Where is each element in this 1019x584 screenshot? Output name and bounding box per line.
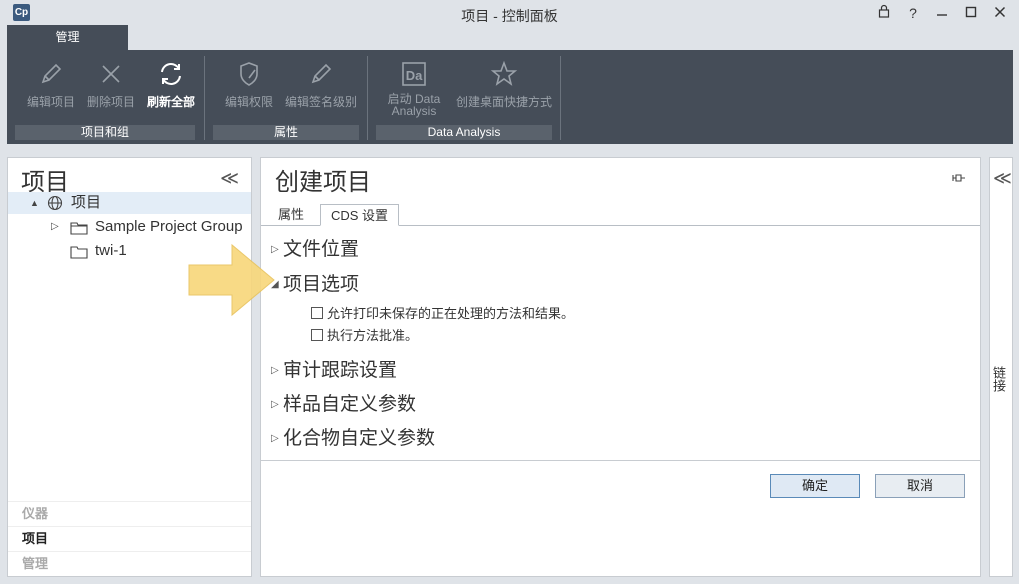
divider [261,460,980,461]
lock-icon[interactable] [874,3,894,23]
section-audit-trail[interactable]: ▷ 审计跟踪设置 [271,355,397,382]
checkbox[interactable] [311,329,323,341]
section-sample-custom-params[interactable]: ▷ 样品自定义参数 [271,389,416,416]
section-label: 文件位置 [283,239,360,260]
maximize-icon[interactable] [961,3,981,23]
ok-button[interactable]: 确定 [770,474,860,498]
tree-item-label: twi-1 [95,242,127,259]
delete-project-button[interactable]: 删除项目 [81,60,141,110]
section-label: 样品自定义参数 [283,394,417,415]
tree-item-label: 项目 [71,194,102,211]
ribbon-group-projects: 编辑项目 删除项目 刷新全部 项目和组 [7,56,203,142]
create-project-panel: 创建项目 属性 CDS 设置 ▷ 文件位置 ◢ 项目选项 允许打印未保存的正在处理的… [260,157,981,577]
nav-projects[interactable]: 项目 [8,526,251,550]
checkbox[interactable] [311,307,323,319]
expand-right-icon[interactable]: ≪ [993,168,1012,189]
tab-properties[interactable]: 属性 [268,204,314,226]
projects-panel: 项目 ≪ ▲ 项目 ▷ Sample Project Group twi-1 仪… [7,157,252,577]
ribbon-group-data-analysis: Da 启动 Data Analysis 创建桌面快捷方式 Data Analys… [368,56,560,142]
help-icon[interactable]: ? [903,3,923,23]
option-label: 执行方法批准。 [327,328,419,343]
pencil-icon [41,63,62,84]
close-icon[interactable] [990,3,1010,23]
refresh-all-label: 刷新全部 [146,95,195,109]
folder-icon [70,220,88,242]
expand-icon: ▷ [271,433,279,445]
ribbon: 编辑项目 删除项目 刷新全部 项目和组 编辑权限 编辑签名级别 属性 Da 启动… [7,50,1013,144]
window-title: 项目 - 控制面板 [461,8,558,24]
highlight-arrow [188,243,275,317]
delete-project-label: 删除项目 [86,95,135,109]
pencil-icon [311,63,332,84]
shield-pencil-icon [240,62,258,86]
create-project-title: 创建项目 [275,169,371,196]
nav-administration[interactable]: 管理 [8,551,251,575]
expander-collapsed-icon[interactable]: ▷ [51,216,59,238]
section-project-options[interactable]: ◢ 项目选项 [271,269,359,296]
section-label: 项目选项 [283,274,360,295]
section-label: 化合物自定义参数 [283,428,436,449]
section-label: 审计跟踪设置 [283,360,398,381]
option-allow-print-unsaved[interactable]: 允许打印未保存的正在处理的方法和结果。 [311,303,574,322]
option-label: 允许打印未保存的正在处理的方法和结果。 [327,306,575,321]
globe-icon [47,195,63,218]
edit-permissions-button[interactable]: 编辑权限 [219,60,279,110]
nav-instruments[interactable]: 仪器 [8,501,251,525]
data-analysis-icon: Da [402,62,426,86]
edit-signature-level-button[interactable]: 编辑签名级别 [279,60,363,110]
option-enforce-method-approval[interactable]: 执行方法批准。 [311,325,418,344]
expand-icon: ▷ [271,399,279,411]
pin-icon[interactable] [952,172,966,187]
edit-project-label: 编辑项目 [26,95,75,109]
tree-item-label: Sample Project Group [95,218,243,235]
links-label: 链接 [991,366,1006,392]
ribbon-separator [560,56,561,140]
refresh-all-button[interactable]: 刷新全部 [141,60,201,110]
star-icon [490,60,518,86]
ribbon-group-label-data-analysis: Data Analysis [376,125,552,140]
edit-project-button[interactable]: 编辑项目 [21,60,81,110]
launch-data-analysis-label: 启动 Data Analysis [387,92,441,118]
svg-text:Da: Da [406,68,423,83]
minimize-icon[interactable] [932,3,952,23]
tree-item-projects-root[interactable]: ▲ 项目 [8,192,251,214]
ribbon-group-label-projects: 项目和组 [15,125,195,140]
tree-item-sample-project-group[interactable]: ▷ Sample Project Group [8,216,251,238]
links-panel-collapsed[interactable]: ≪ 链接 [989,157,1013,577]
edit-signature-level-label: 编辑签名级别 [284,95,357,109]
tab-cds-settings[interactable]: CDS 设置 [320,204,400,226]
ribbon-group-label-properties: 属性 [213,125,359,140]
edit-permissions-label: 编辑权限 [224,95,273,109]
folder-icon [70,244,88,266]
title-bar: Cp 项目 - 控制面板 ? [0,0,1019,25]
collapse-left-icon[interactable]: ≪ [220,168,239,189]
section-file-location[interactable]: ▷ 文件位置 [271,234,359,261]
x-icon [102,65,120,83]
create-desktop-shortcut-button[interactable]: 创建桌面快捷方式 [452,60,556,110]
launch-data-analysis-button[interactable]: Da 启动 Data Analysis [382,60,446,117]
ribbon-tab-manage[interactable]: 管理 [7,25,128,50]
cancel-button[interactable]: 取消 [875,474,965,498]
expand-icon: ▷ [271,365,279,377]
refresh-icon [161,63,181,85]
ribbon-group-properties: 编辑权限 编辑签名级别 属性 [205,56,367,142]
section-compound-custom-params[interactable]: ▷ 化合物自定义参数 [271,423,435,450]
expander-expanded-icon[interactable]: ▲ [30,192,39,214]
create-desktop-shortcut-label: 创建桌面快捷方式 [455,95,552,109]
